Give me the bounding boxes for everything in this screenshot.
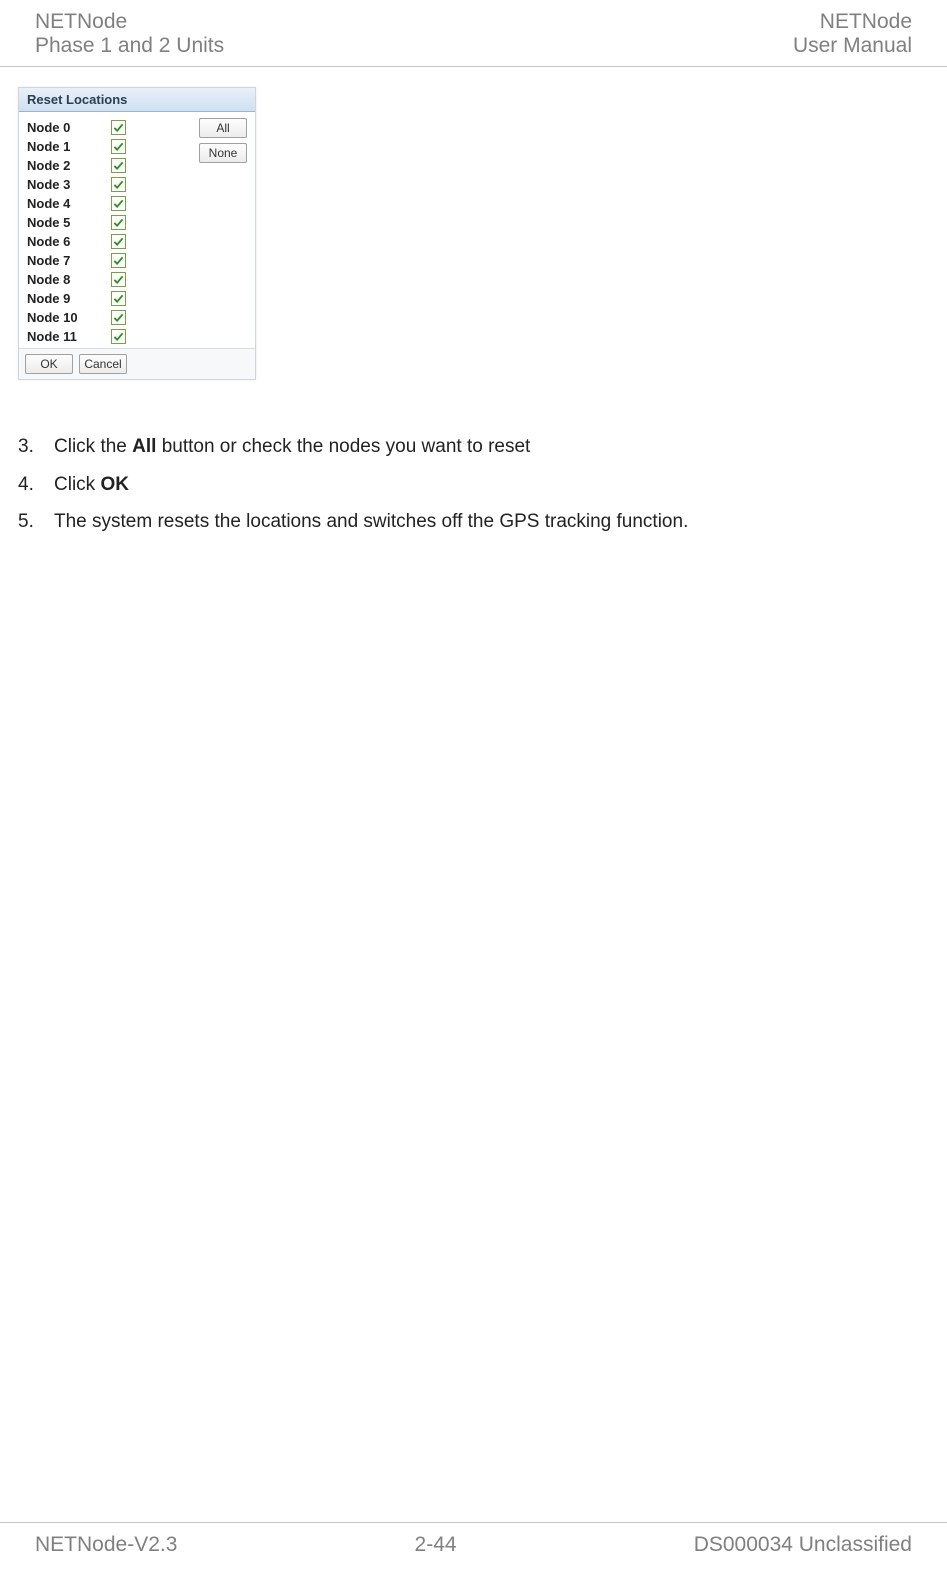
node-list: Node 0 Node 1 Node 2 Node 3 Node 4 Node 5 Node… [25,118,195,346]
step-text: Click OK [54,472,929,498]
node-label: Node 3 [27,177,111,192]
step-number: 3. [18,436,54,458]
header-right-line2: User Manual [793,34,912,58]
header-right-line1: NETNode [793,10,912,34]
node-row: Node 5 [25,213,195,232]
instruction-steps: 3.Click the All button or check the node… [18,434,929,535]
footer-center: 2-44 [415,1533,457,1557]
step-number: 4. [18,474,54,496]
node-checkbox[interactable] [111,253,126,268]
node-label: Node 10 [27,310,111,325]
footer-left: NETNode-V2.3 [35,1533,177,1557]
instruction-step: 5.The system resets the locations and sw… [18,509,929,535]
node-row: Node 0 [25,118,195,137]
footer-right: DS000034 Unclassified [694,1533,912,1557]
node-checkbox[interactable] [111,177,126,192]
page-footer: NETNode-V2.3 2-44 DS000034 Unclassified [0,1522,947,1575]
node-checkbox[interactable] [111,158,126,173]
node-checkbox[interactable] [111,272,126,287]
node-row: Node 10 [25,308,195,327]
node-label: Node 8 [27,272,111,287]
node-checkbox[interactable] [111,139,126,154]
node-row: Node 2 [25,156,195,175]
ok-button[interactable]: OK [25,354,73,374]
node-label: Node 4 [27,196,111,211]
header-right: NETNode User Manual [793,10,912,58]
instruction-step: 3.Click the All button or check the node… [18,434,929,460]
dialog-title: Reset Locations [19,88,255,112]
node-row: Node 9 [25,289,195,308]
reset-locations-dialog: Reset Locations Node 0 Node 1 Node 2 Node 3… [18,87,256,380]
step-number: 5. [18,511,54,533]
instruction-step: 4.Click OK [18,472,929,498]
dialog-body: Node 0 Node 1 Node 2 Node 3 Node 4 Node 5 Node… [19,112,255,348]
header-left: NETNode Phase 1 and 2 Units [35,10,224,58]
cancel-button[interactable]: Cancel [79,354,127,374]
node-label: Node 6 [27,234,111,249]
all-button[interactable]: All [199,118,247,138]
node-row: Node 1 [25,137,195,156]
node-label: Node 0 [27,120,111,135]
page-content: Reset Locations Node 0 Node 1 Node 2 Node 3… [0,67,947,535]
dialog-side-buttons: All None [195,118,249,346]
header-left-line1: NETNode [35,10,224,34]
header-left-line2: Phase 1 and 2 Units [35,34,224,58]
node-checkbox[interactable] [111,329,126,344]
node-checkbox[interactable] [111,291,126,306]
node-checkbox[interactable] [111,234,126,249]
step-text: The system resets the locations and swit… [54,509,929,535]
node-checkbox[interactable] [111,196,126,211]
node-label: Node 9 [27,291,111,306]
node-label: Node 7 [27,253,111,268]
step-text: Click the All button or check the nodes … [54,434,929,460]
node-row: Node 6 [25,232,195,251]
node-label: Node 2 [27,158,111,173]
node-checkbox[interactable] [111,310,126,325]
node-checkbox[interactable] [111,120,126,135]
dialog-footer: OK Cancel [19,348,255,379]
node-row: Node 3 [25,175,195,194]
page-header: NETNode Phase 1 and 2 Units NETNode User… [0,0,947,67]
node-row: Node 7 [25,251,195,270]
node-row: Node 11 [25,327,195,346]
node-label: Node 11 [27,329,111,344]
node-row: Node 8 [25,270,195,289]
node-row: Node 4 [25,194,195,213]
node-checkbox[interactable] [111,215,126,230]
node-label: Node 5 [27,215,111,230]
node-label: Node 1 [27,139,111,154]
none-button[interactable]: None [199,143,247,163]
